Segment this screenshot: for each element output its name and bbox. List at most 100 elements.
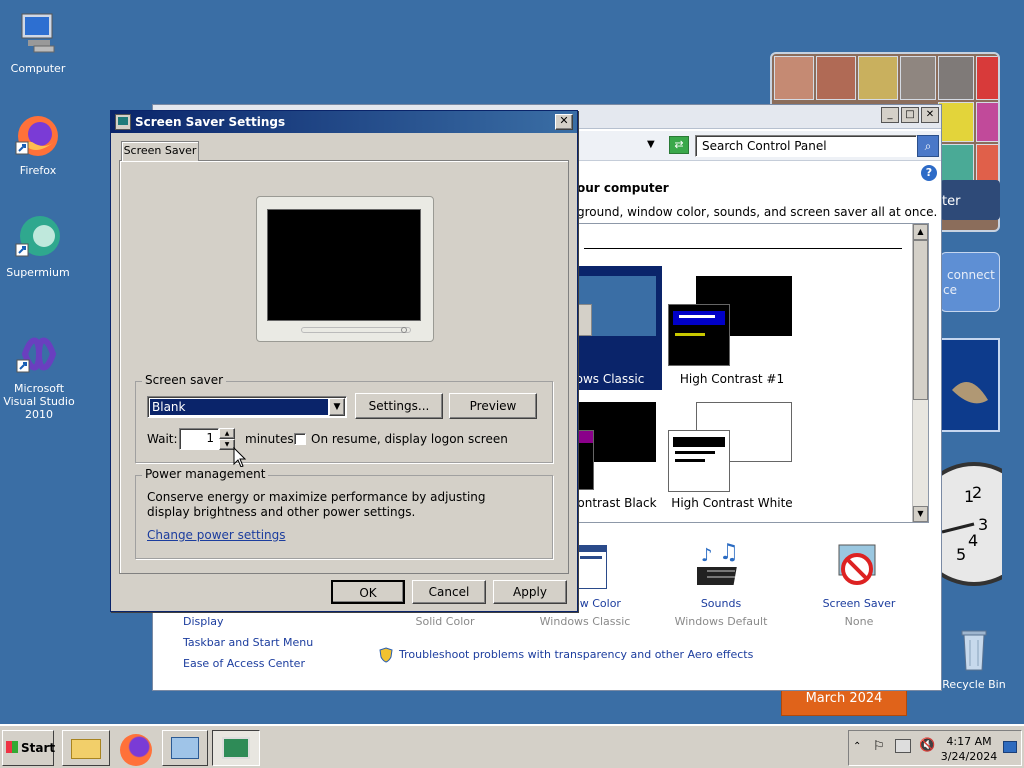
link-taskbar[interactable]: Taskbar and Start Menu: [183, 636, 313, 649]
power-group-label: Power management: [142, 467, 269, 481]
theme-list[interactable]: ows Classic High Contrast #1 ontrast Bla…: [576, 223, 929, 523]
close-button[interactable]: ✕: [921, 107, 939, 123]
sounds-item[interactable]: ♪ ♫ Sounds: [673, 540, 769, 621]
page-heading: our computer: [577, 181, 669, 195]
mouse-cursor-icon: [233, 446, 247, 469]
gadget-picture[interactable]: [940, 338, 1000, 432]
stepper-up-icon[interactable]: ▲: [219, 428, 235, 439]
window-color-icon: [575, 545, 607, 589]
scrollbar[interactable]: ▲ ▼: [912, 224, 928, 522]
address-dropdown-arrow[interactable]: ▼: [647, 139, 655, 150]
svg-text:♫: ♫: [719, 543, 739, 565]
gadget-text-ce: ce: [943, 283, 957, 297]
monitor-preview: [256, 196, 434, 342]
wait-value: 1: [206, 431, 214, 445]
help-icon[interactable]: ?: [921, 165, 937, 181]
flag-icon[interactable]: ⚐: [873, 739, 885, 754]
firefox-icon: [14, 112, 62, 160]
resume-checkbox[interactable]: [294, 433, 306, 445]
scroll-thumb[interactable]: [913, 240, 928, 400]
page-subheading: ground, window color, sounds, and screen…: [577, 205, 938, 219]
theme-label: High Contrast White: [671, 496, 793, 510]
taskbar-control-panel[interactable]: [162, 730, 208, 766]
computer-icon: [14, 10, 62, 58]
taskbar-explorer[interactable]: [62, 730, 110, 766]
svg-text:3: 3: [978, 515, 988, 534]
wait-input[interactable]: 1: [179, 428, 219, 450]
preview-button[interactable]: Preview: [449, 393, 537, 419]
start-button[interactable]: Start: [2, 730, 56, 766]
search-input[interactable]: Search Control Panel: [695, 135, 917, 157]
dialog-close-button[interactable]: ✕: [555, 114, 573, 130]
troubleshoot-link[interactable]: Troubleshoot problems with transparency …: [399, 648, 753, 661]
desktop-icon-supermium[interactable]: Supermium: [0, 214, 76, 279]
screen-saver-dialog[interactable]: Screen Saver Settings ✕ Screen Saver Scr…: [110, 110, 578, 612]
theme-high-contrast-1[interactable]: High Contrast #1: [668, 266, 798, 390]
search-placeholder: Search Control Panel: [702, 139, 827, 153]
svg-text:4: 4: [968, 531, 978, 550]
desktop-icon-firefox[interactable]: Firefox: [0, 112, 76, 177]
folder-icon: [71, 739, 101, 759]
solid-color-label: Solid Color: [415, 615, 475, 628]
volume-muted-icon[interactable]: 🔇: [919, 738, 935, 753]
window-color-item[interactable]: ow Color: [573, 543, 633, 623]
display-icon: [222, 737, 250, 759]
network-icon[interactable]: [895, 739, 911, 753]
calendar-gadget[interactable]: March 2024: [781, 688, 907, 716]
screensaver-selected: Blank: [150, 399, 328, 415]
sounds-sub: Windows Default: [674, 615, 768, 628]
tab-screen-saver[interactable]: Screen Saver: [121, 141, 199, 161]
calendar-month: March 2024: [805, 691, 883, 706]
scroll-down-arrow[interactable]: ▼: [913, 506, 928, 522]
visual-studio-icon: [15, 330, 63, 378]
screen-saver-sub: None: [844, 615, 874, 628]
cancel-button[interactable]: Cancel: [412, 580, 486, 604]
desktop-icon-label: Computer: [10, 62, 66, 75]
theme-high-contrast-black[interactable]: ontrast Black: [577, 402, 662, 520]
screen-saver-item[interactable]: Screen Saver: [811, 541, 907, 621]
control-panel-icon: [171, 737, 199, 759]
search-icon[interactable]: ⌕: [917, 135, 939, 157]
taskbar-screen-saver[interactable]: [212, 730, 260, 766]
chevron-down-icon[interactable]: ▼: [329, 398, 345, 416]
resume-label: On resume, display logon screen: [311, 432, 508, 446]
apply-button[interactable]: Apply: [493, 580, 567, 604]
minutes-label: minutes: [245, 432, 294, 446]
scroll-up-arrow[interactable]: ▲: [913, 224, 928, 240]
maximize-button[interactable]: □: [901, 107, 919, 123]
minimize-button[interactable]: _: [881, 107, 899, 123]
clock-gadget[interactable]: 12345: [912, 458, 1024, 590]
start-label: Start: [21, 741, 56, 755]
link-display[interactable]: Display: [183, 615, 224, 628]
dialog-titlebar: Screen Saver Settings ✕: [111, 111, 577, 133]
windows-logo-icon: [6, 741, 18, 753]
clock-time[interactable]: 4:17 AM: [939, 735, 999, 748]
screensaver-group-label: Screen saver: [142, 373, 227, 387]
show-hidden-icons-icon[interactable]: ⌃: [853, 741, 861, 752]
ok-button[interactable]: OK: [331, 580, 405, 604]
refresh-icon[interactable]: ⇄: [669, 136, 689, 154]
desktop-icon-label: Supermium: [6, 266, 70, 279]
link-ease-of-access[interactable]: Ease of Access Center: [183, 657, 305, 670]
wait-label: Wait:: [147, 432, 178, 446]
screen-saver-app-icon: [115, 114, 131, 130]
gadget-text-connect: connect: [947, 268, 995, 282]
tab-label: Screen Saver: [123, 144, 197, 157]
system-tray: ⌃ ⚐ 🔇 4:17 AM 3/24/2024: [848, 730, 1022, 766]
settings-button[interactable]: Settings...: [355, 393, 443, 419]
desktop-icon-recycle-bin[interactable]: Recycle Bin: [936, 626, 1012, 691]
theme-windows-classic[interactable]: ows Classic: [576, 266, 662, 390]
theme-label: ontrast Black: [577, 496, 657, 510]
gadget-connect[interactable]: connect ce: [940, 252, 1000, 312]
gadget-text-ter: ter: [942, 194, 961, 209]
show-desktop-icon[interactable]: [1003, 741, 1017, 753]
shield-icon: [379, 647, 393, 663]
desktop-icon-visual-studio[interactable]: Microsoft Visual Studio 2010: [0, 330, 78, 421]
desktop-icon-computer[interactable]: Computer: [0, 10, 76, 75]
screen-saver-label: Screen Saver: [822, 597, 896, 610]
theme-high-contrast-white[interactable]: High Contrast White: [668, 402, 798, 520]
taskbar-firefox-icon[interactable]: [120, 734, 152, 766]
screensaver-select[interactable]: Blank ▼: [147, 396, 347, 418]
clock-date[interactable]: 3/24/2024: [939, 750, 999, 763]
change-power-settings-link[interactable]: Change power settings: [147, 528, 286, 542]
